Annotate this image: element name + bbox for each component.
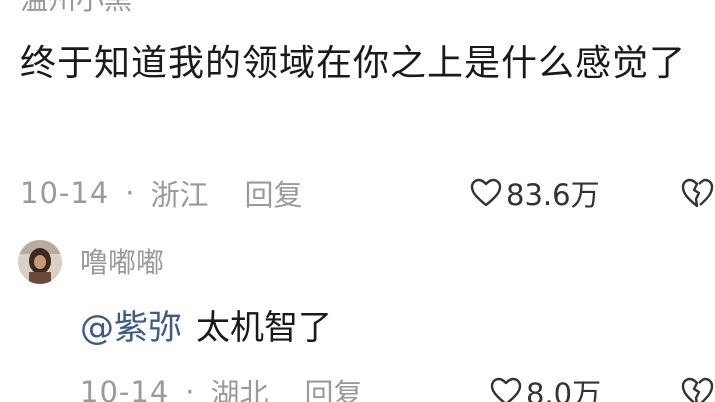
like-count: 8.0万 xyxy=(526,377,602,402)
reply-text-content: 太机智了 xyxy=(196,308,332,348)
mention-link[interactable]: @紫弥 xyxy=(80,308,182,348)
comment-thread: 温州小黑 终于知道我的领域在你之上是什么感觉了 10-14 · 浙江 回复 83… xyxy=(0,0,715,402)
comment-author-name[interactable]: 温州小黑 xyxy=(20,0,132,16)
like-button[interactable]: 8.0万 xyxy=(490,371,601,402)
meta-separator: · xyxy=(185,375,195,402)
reply-button[interactable]: 回复 xyxy=(245,172,303,214)
like-count: 83.6万 xyxy=(506,178,600,212)
reply-date: 10-14 xyxy=(80,375,170,402)
comment-date: 10-14 xyxy=(20,176,110,210)
avatar[interactable] xyxy=(18,240,62,284)
comment-meta-row: 10-14 · 浙江 回复 83.6万 xyxy=(20,173,715,213)
reply-button[interactable]: 回复 xyxy=(305,371,363,402)
like-button[interactable]: 83.6万 xyxy=(470,172,600,214)
reply-text: @紫弥 太机智了 xyxy=(80,303,332,353)
heart-outline-icon xyxy=(490,377,522,402)
meta-separator: · xyxy=(125,176,135,210)
comment-location: 浙江 xyxy=(150,178,209,212)
broken-heart-icon[interactable] xyxy=(680,376,714,402)
heart-outline-icon xyxy=(470,178,502,207)
reply-meta-row: 10-14 · 湖北 回复 8.0万 xyxy=(80,372,715,402)
avatar-image xyxy=(18,240,62,284)
comment-text: 终于知道我的领域在你之上是什么感觉了 xyxy=(20,43,687,84)
reply-author-name[interactable]: 噜嘟嘟 xyxy=(80,243,164,283)
broken-heart-icon[interactable] xyxy=(680,177,714,209)
reply-location: 湖北 xyxy=(210,377,269,402)
